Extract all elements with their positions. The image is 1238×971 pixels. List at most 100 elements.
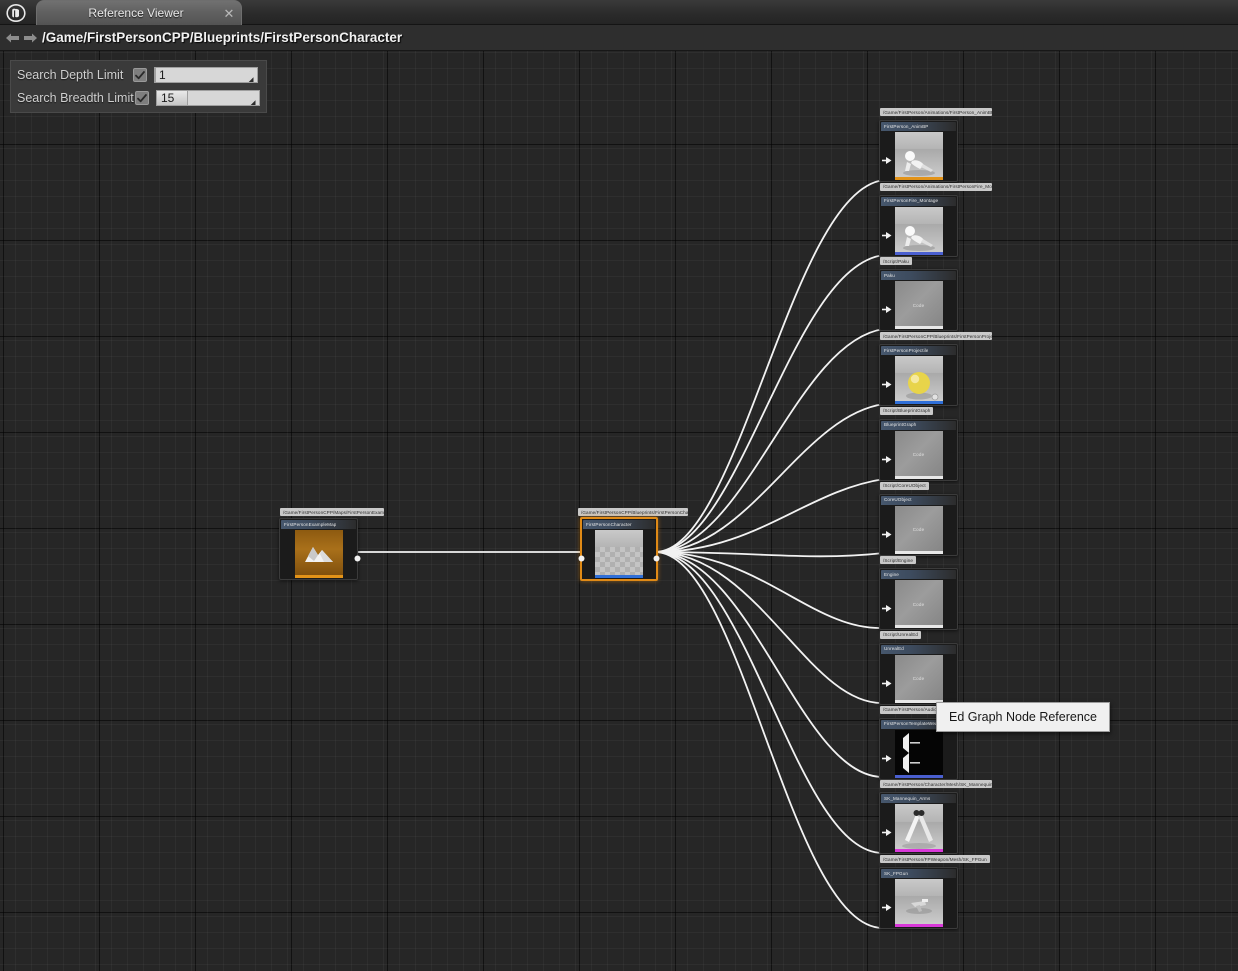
tab-reference-viewer[interactable]: Reference Viewer ✕ — [36, 0, 242, 25]
search-depth-limit-checkbox[interactable] — [133, 68, 147, 82]
search-depth-limit-row: Search Depth Limit 1 — [17, 66, 260, 84]
asset-type-bar — [895, 924, 943, 927]
code-thumbnail-label: Code — [913, 676, 925, 681]
search-depth-limit-label: Search Depth Limit — [17, 68, 133, 82]
node-title: UnrealEd — [881, 645, 904, 653]
node-path-label: /Script/UnrealEd — [880, 631, 921, 639]
graph-node-reference[interactable]: FirstPerson_AnimBP — [879, 120, 958, 182]
node-title: CoreUObject — [881, 496, 912, 504]
node-thumbnail — [895, 879, 943, 927]
graph-canvas[interactable]: /Game/FirstPersonCPP/Maps/FirstPersonExa… — [0, 51, 1238, 971]
close-icon[interactable]: ✕ — [221, 7, 241, 20]
graph-node-reference[interactable]: SK_FPGun — [879, 867, 958, 929]
graph-node-reference[interactable]: SK_Mannequin_Arms — [879, 792, 958, 854]
node-thumbnail — [895, 730, 943, 778]
graph-node-reference[interactable]: FirstPersonProjectile — [879, 344, 958, 406]
graph-node-reference[interactable]: PakuCode — [879, 269, 958, 331]
node-path-label: /Script/Engine — [880, 556, 916, 564]
search-breadth-limit-label: Search Breadth Limit — [17, 91, 135, 105]
arrow-pin-icon[interactable] — [882, 451, 891, 460]
node-path-label: /Game/FirstPersonCPP/Blueprints/FirstPer… — [880, 332, 992, 340]
node-title: Engine — [881, 571, 899, 579]
asset-type-bar — [895, 551, 943, 554]
node-thumbnail — [295, 530, 343, 578]
search-breadth-limit-checkbox[interactable] — [135, 91, 149, 105]
node-path-label: /Game/FirstPersonCPP/Maps/FirstPersonExa… — [280, 508, 384, 516]
graph-node-reference[interactable]: Engine Code — [879, 568, 958, 630]
map-icon — [295, 530, 343, 578]
node-header: FirstPersonProjectile — [881, 346, 956, 355]
arrow-pin-icon[interactable] — [882, 750, 891, 759]
node-header: Paku — [881, 271, 956, 280]
arrow-pin-icon[interactable] — [882, 152, 891, 161]
arrow-pin-icon[interactable] — [882, 899, 891, 908]
circle-pin-icon[interactable] — [353, 550, 362, 559]
arrow-pin-icon[interactable] — [882, 376, 891, 385]
code-thumbnail-label: Code — [913, 452, 925, 457]
asset-type-bar — [595, 575, 643, 578]
node-path-label: /Game/FirstPersonCPP/Blueprints/FirstPer… — [578, 508, 688, 516]
sphere-thumbnail — [895, 356, 943, 404]
node-path-label: /Game/FirstPerson/Character/Mesh/SK_Mann… — [880, 780, 992, 788]
code-thumbnail-label: Code — [913, 602, 925, 607]
search-depth-limit-value: 1 — [155, 68, 166, 82]
node-body — [880, 878, 957, 928]
tooltip-text: Ed Graph Node Reference — [949, 710, 1097, 724]
node-body: Code — [880, 654, 957, 704]
arrow-pin-icon[interactable] — [882, 301, 891, 310]
node-body: Code — [880, 579, 957, 629]
code-thumbnail: Code — [895, 281, 943, 329]
circle-pin-icon[interactable] — [577, 550, 586, 559]
asset-type-bar — [895, 849, 943, 852]
graph-node-reference[interactable]: BlueprintGraph Code — [879, 419, 958, 481]
circle-pin-icon[interactable] — [652, 550, 661, 559]
node-thumbnail — [895, 132, 943, 180]
code-thumbnail: Code — [895, 431, 943, 479]
unreal-engine-logo-icon — [3, 2, 29, 24]
graph-node-reference[interactable]: FirstPersonFire_Montage — [879, 195, 958, 257]
node-body — [880, 803, 957, 853]
node-body — [880, 131, 957, 181]
arrow-right-icon[interactable] — [23, 31, 38, 45]
mannequin-thumbnail — [895, 132, 943, 180]
resize-grip-icon[interactable] — [245, 72, 254, 81]
node-body: Code — [880, 505, 957, 555]
asset-type-bar — [895, 177, 943, 180]
node-title: SK_FPGun — [881, 870, 908, 878]
node-header: FirstPersonCharacter — [583, 520, 655, 529]
asset-path[interactable]: /Game/FirstPersonCPP/Blueprints/FirstPer… — [42, 30, 402, 45]
node-body: Code — [880, 280, 957, 330]
node-thumbnail — [895, 804, 943, 852]
search-breadth-limit-row: Search Breadth Limit 15 — [17, 89, 260, 107]
arrow-left-icon[interactable] — [5, 31, 20, 45]
node-header: FirstPersonFire_Montage — [881, 197, 956, 206]
arrow-pin-icon[interactable] — [882, 600, 891, 609]
resize-grip-icon[interactable] — [247, 95, 256, 104]
node-header: FirstPerson_AnimBP — [881, 122, 956, 131]
arrow-pin-icon[interactable] — [882, 675, 891, 684]
node-header: UnrealEd — [881, 645, 956, 654]
node-path-label: /Game/FirstPerson/Animations/FirstPerson… — [880, 183, 992, 191]
search-depth-limit-input[interactable]: 1 — [154, 67, 258, 83]
node-title: FirstPerson_AnimBP — [881, 123, 928, 131]
search-breadth-limit-input[interactable]: 15 — [156, 90, 260, 106]
node-body — [880, 206, 957, 256]
node-header: FirstPersonExampleMap — [281, 520, 356, 529]
node-title: FirstPersonProjectile — [881, 347, 928, 355]
node-header: BlueprintGraph — [881, 421, 956, 430]
tab-label: Reference Viewer — [37, 6, 221, 20]
arrow-pin-icon[interactable] — [882, 526, 891, 535]
node-thumbnail — [595, 530, 643, 578]
thumbnail-floor — [595, 547, 643, 578]
asset-type-bar — [895, 326, 943, 329]
tooltip: Ed Graph Node Reference — [936, 702, 1110, 732]
graph-node-reference[interactable]: UnrealEd Code — [879, 643, 958, 705]
arrow-pin-icon[interactable] — [882, 824, 891, 833]
graph-node-source[interactable]: FirstPersonExampleMap — [279, 518, 358, 580]
navigation-arrows — [0, 31, 42, 45]
graph-node-center-selected[interactable]: FirstPersonCharacter — [580, 517, 658, 581]
arrow-pin-icon[interactable] — [882, 227, 891, 236]
graph-node-reference[interactable]: CoreUObjectCode — [879, 494, 958, 556]
node-body — [582, 529, 656, 579]
node-header: SK_FPGun — [881, 869, 956, 878]
